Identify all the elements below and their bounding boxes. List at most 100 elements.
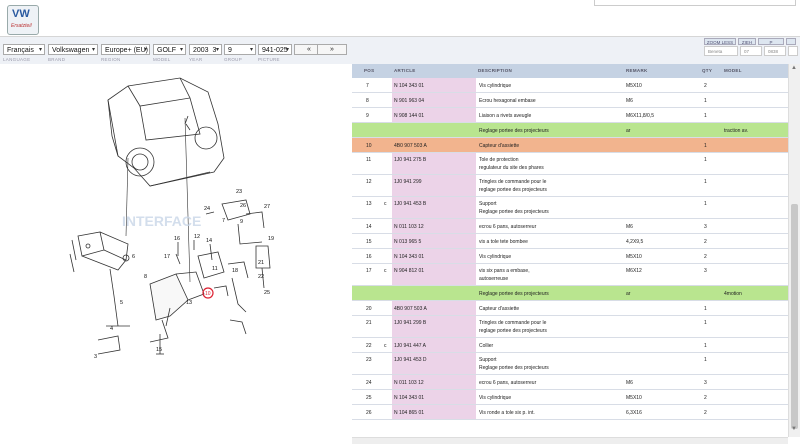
table-row[interactable]: 11 1J0 941 275 B Tole de protection regulat… — [352, 153, 788, 175]
callout[interactable]: 27 — [264, 204, 270, 210]
table-row[interactable]: 20 4B0 907 503 A Capteur d'assiette 1 — [352, 301, 788, 316]
callout[interactable]: 24 — [204, 206, 210, 212]
cell-article[interactable]: N 104 343 01 — [394, 82, 424, 90]
next-picture-button[interactable]: » — [317, 44, 347, 55]
cell-description: Collier — [479, 343, 494, 349]
callout[interactable]: 19 — [268, 236, 274, 242]
cell-description: Support — [479, 201, 497, 207]
cell-article[interactable]: 1J0 941 447 A — [394, 342, 426, 350]
callout[interactable]: 22 — [258, 274, 264, 280]
callout[interactable]: 6 — [132, 254, 135, 260]
table-row[interactable]: 10 4B0 907 503 A Capteur d'assiette 1 — [352, 138, 788, 153]
cell-article[interactable]: N 104 865 01 — [394, 409, 424, 417]
cell-article[interactable]: N 013 965 5 — [394, 238, 421, 246]
extra-button[interactable] — [786, 38, 796, 45]
callout[interactable]: 17 — [164, 254, 170, 260]
table-row[interactable]: 13 c 1J0 941 453 B Support Reglage portee de… — [352, 197, 788, 219]
parts-diagram[interactable]: INTERFACE 23 24 26 27 9 7 14 12 16 10 17… — [0, 64, 352, 443]
cell-remark: M6 — [626, 380, 633, 386]
picture-select[interactable]: 941-025 ▾ — [258, 44, 292, 55]
cell-article[interactable]: 1J0 941 453 B — [394, 200, 426, 208]
callout[interactable]: 11 — [212, 266, 218, 272]
table-row[interactable]: 7 N 104 343 01 Vis cylindrique M5X10 2 — [352, 78, 788, 93]
callout[interactable]: 8 — [144, 274, 147, 280]
callout[interactable]: 23 — [236, 189, 242, 195]
callout[interactable]: 7 — [222, 218, 225, 224]
cell-pos: 26 — [366, 410, 372, 416]
table-row[interactable]: 23 1J0 941 453 D Support Reglage portee des… — [352, 353, 788, 375]
table-row[interactable]: 17 c N 904 812 01 vis six pans a embase, aut… — [352, 264, 788, 286]
callout[interactable]: 10 — [205, 291, 211, 297]
callout[interactable]: 9 — [240, 219, 243, 225]
year-select[interactable]: 2003 3 ▾ — [189, 44, 222, 55]
cell-pos: 16 — [366, 254, 372, 260]
group-select[interactable]: 9 ▾ — [224, 44, 256, 55]
callout[interactable]: 18 — [232, 268, 238, 274]
table-row[interactable]: 22 c 1J0 941 447 A Collier 1 — [352, 338, 788, 353]
group-header-row[interactable]: Reglage portee des projecteurs ar traction… — [352, 123, 788, 138]
secondary-button[interactable]: ZIEH — [738, 38, 756, 45]
callout[interactable]: 16 — [174, 236, 180, 242]
group-header-row[interactable]: Reglage portee des projecteurs ar 4motion — [352, 286, 788, 301]
cell-qty: 1 — [704, 357, 707, 363]
callout[interactable]: 21 — [258, 260, 264, 266]
cell-article[interactable]: 4B0 907 503 A — [394, 305, 427, 313]
callout[interactable]: 3 — [94, 354, 97, 360]
p-button[interactable]: P — [758, 38, 784, 45]
zoom-less-button[interactable]: ZOOM LESS — [704, 38, 736, 45]
callout[interactable]: 14 — [206, 238, 212, 244]
cell-description: Tringles de commande pour le — [479, 179, 547, 185]
callout[interactable]: 4 — [110, 326, 113, 332]
field-two[interactable]: 07 — [740, 46, 762, 56]
cell-article[interactable]: N 011 103 12 — [394, 379, 424, 387]
cell-article[interactable]: 1J0 941 299 — [394, 178, 422, 186]
callout[interactable]: 25 — [264, 290, 270, 296]
scroll-down-icon[interactable]: ▼ — [791, 426, 797, 432]
cell-description: Tole de protection — [479, 157, 519, 163]
table-row[interactable]: 14 N 011 103 12 ecrou 6 pans, autoserreur M… — [352, 219, 788, 234]
callout[interactable]: 15 — [156, 347, 162, 353]
cell-article[interactable]: N 901 963 04 — [394, 97, 424, 105]
brand-logo[interactable]: VW Ersatzteil — [7, 5, 39, 35]
cell-article[interactable]: N 104 343 01 — [394, 394, 424, 402]
callout[interactable]: 12 — [194, 234, 200, 240]
vertical-scrollbar[interactable]: ▲ ▼ — [788, 64, 800, 437]
callout[interactable]: 26 — [240, 203, 246, 209]
table-row[interactable]: 26 N 104 865 01 Vis ronde a tole six p. in… — [352, 405, 788, 420]
table-row[interactable]: 15 N 013 965 5 vis a tole tete bombee 4,2X9… — [352, 234, 788, 249]
scroll-thumb[interactable] — [791, 204, 798, 429]
field-three[interactable]: 0838 — [764, 46, 786, 56]
table-row[interactable]: 9 N 908 144 01 Liaison a rivets aveugle M6X… — [352, 108, 788, 123]
cell-pos: 24 — [366, 380, 372, 386]
table-row[interactable]: 8 N 901 963 04 Ecrou hexagonal embase M6 1 — [352, 93, 788, 108]
cell-article[interactable]: 4B0 907 503 A — [394, 142, 427, 150]
cell-article[interactable]: N 904 812 01 — [394, 267, 424, 275]
chevron-down-icon: ▾ — [143, 47, 147, 53]
model-select[interactable]: GOLF ▾ — [153, 44, 186, 55]
table-row[interactable]: 24 N 011 103 12 ecrou 6 pans, autoserreur M… — [352, 375, 788, 390]
region-select[interactable]: Europe+ (EU) ▾ — [101, 44, 150, 55]
search-field[interactable]: Beneta — [704, 46, 738, 56]
cell-article[interactable]: 1J0 941 299 B — [394, 319, 426, 327]
cell-article[interactable]: N 011 103 12 — [394, 223, 424, 231]
callout[interactable]: 5 — [120, 300, 123, 306]
callout[interactable]: 13 — [186, 300, 192, 306]
region-label: REGION — [101, 57, 121, 62]
cell-description: Reglage portee des projecteurs — [479, 128, 549, 134]
cell-remark: M6X11,8/0,5 — [626, 113, 654, 119]
cell-article[interactable]: N 104 343 01 — [394, 253, 424, 261]
language-select[interactable]: Français ▾ — [3, 44, 45, 55]
table-row[interactable]: 16 N 104 343 01 Vis cylindrique M5X10 2 — [352, 249, 788, 264]
cell-article[interactable]: 1J0 941 453 D — [394, 356, 427, 364]
cell-article[interactable]: 1J0 941 275 B — [394, 156, 426, 164]
brand-select[interactable]: Volkswagen ▾ — [48, 44, 98, 55]
scroll-up-icon[interactable]: ▲ — [791, 65, 797, 71]
table-row[interactable]: 12 1J0 941 299 Tringles de commande pour l… — [352, 175, 788, 197]
field-four[interactable] — [788, 46, 798, 56]
table-row[interactable]: 25 N 104 343 01 Vis cylindrique M5X10 2 — [352, 390, 788, 405]
brand-label: BRAND — [48, 57, 66, 62]
cell-article[interactable]: N 908 144 01 — [394, 112, 424, 120]
cell-pos: 22 — [366, 343, 372, 349]
table-row[interactable]: 21 1J0 941 299 B Tringles de commande pour… — [352, 316, 788, 338]
year-label: YEAR — [189, 57, 203, 62]
